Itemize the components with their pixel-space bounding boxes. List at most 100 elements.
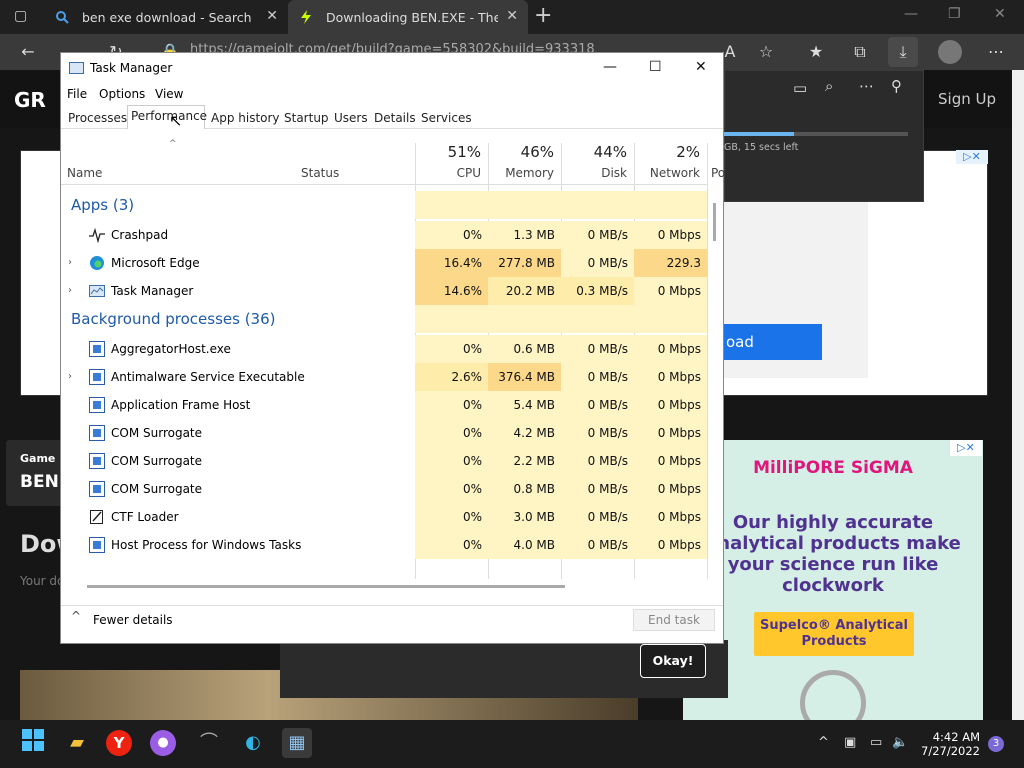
horizontal-scrollbar[interactable] <box>87 585 565 588</box>
close-icon[interactable]: ✕ <box>695 59 707 75</box>
close-window-icon[interactable]: ✕ <box>994 6 1006 22</box>
more-icon[interactable]: ⋯ <box>859 77 874 95</box>
cell-net: 229.3 Mbps <box>634 249 707 298</box>
menu-view[interactable]: View <box>155 87 183 101</box>
heat-cell <box>488 191 561 219</box>
tab-actions-icon[interactable]: ▢ <box>14 8 32 26</box>
chevron-up-icon[interactable]: ^ <box>71 609 81 623</box>
favorites-icon[interactable]: ★ <box>804 40 828 64</box>
end-task-button[interactable]: End task <box>633 609 715 631</box>
download-button[interactable]: oad <box>724 324 822 360</box>
col-status[interactable]: Status <box>301 166 339 180</box>
date: 7/27/2022 <box>921 744 980 758</box>
col-power[interactable]: Po <box>711 166 725 180</box>
minimize-icon[interactable]: — <box>904 6 918 22</box>
process-row[interactable]: › Antimalware Service Executable 2.6% 376.4… <box>61 363 707 391</box>
tab-processes[interactable]: Processes <box>68 111 127 125</box>
start-icon[interactable] <box>18 728 48 758</box>
group-background[interactable]: Background processes (36) <box>61 305 707 333</box>
heat-cell <box>488 305 561 333</box>
group-apps[interactable]: Apps (3) <box>61 191 707 219</box>
menu-options[interactable]: Options <box>99 87 145 101</box>
close-tab-icon[interactable]: ✕ <box>506 8 518 24</box>
col-memory[interactable]: Memory <box>488 166 554 180</box>
downloads-icon[interactable]: ⤓ <box>888 37 918 67</box>
tab-startup[interactable]: Startup <box>284 111 329 125</box>
site-logo[interactable]: GR <box>14 88 46 112</box>
process-icon <box>89 481 105 497</box>
network-total[interactable]: 2% <box>634 143 700 161</box>
cell-net: 0 Mbps <box>634 419 707 447</box>
chevron-up-icon[interactable]: ^ <box>818 735 829 750</box>
more-icon[interactable]: ⋯ <box>984 40 1008 64</box>
process-row[interactable]: AggregatorHost.exe 0% 0.6 MB 0 MB/s 0 Mbps <box>61 335 707 363</box>
ad-choices-icon[interactable]: ▷✕ <box>950 440 982 456</box>
add-favorite-icon[interactable]: ☆ <box>754 40 778 64</box>
process-row[interactable]: Application Frame Host 0% 5.4 MB 0 MB/s 0 Mb… <box>61 391 707 419</box>
process-row[interactable]: Host Process for Windows Tasks 0% 4.0 MB 0 … <box>61 531 707 559</box>
fewer-details-link[interactable]: Fewer details <box>93 613 173 627</box>
col-disk[interactable]: Disk <box>561 166 627 180</box>
process-row[interactable]: COM Surrogate 0% 2.2 MB 0 MB/s 0 Mbps <box>61 447 707 475</box>
col-cpu[interactable]: CPU <box>415 166 481 180</box>
sign-up-link[interactable]: Sign Up <box>938 90 996 108</box>
col-network[interactable]: Network <box>634 166 700 180</box>
tab-users[interactable]: Users <box>334 111 368 125</box>
process-row[interactable]: › Microsoft Edge 16.4% 277.8 MB 0 MB/s 229.3 … <box>61 249 707 298</box>
tab-details[interactable]: Details <box>374 111 416 125</box>
pin-icon[interactable]: ⚲ <box>891 77 902 95</box>
process-name: COM Surrogate <box>111 426 203 440</box>
page-scrollbar[interactable] <box>1012 70 1024 720</box>
maximize-icon[interactable]: ☐ <box>649 59 662 75</box>
collections-icon[interactable]: ⧉ <box>848 40 872 64</box>
process-row[interactable]: COM Surrogate 0% 4.2 MB 0 MB/s 0 Mbps <box>61 419 707 447</box>
app-icon[interactable]: ⌒ <box>194 728 224 758</box>
tray-app-icon[interactable]: ▣ <box>844 735 856 750</box>
maximize-icon[interactable]: ❐ <box>948 6 961 22</box>
expand-icon[interactable]: › <box>68 249 72 277</box>
alice-icon[interactable]: ● <box>150 730 176 756</box>
vertical-scrollbar[interactable] <box>713 203 716 241</box>
process-row[interactable]: Crashpad 0% 1.3 MB 0 MB/s 0 Mbps <box>61 221 707 249</box>
expand-icon[interactable]: › <box>68 363 72 391</box>
file-explorer-icon[interactable]: ▰ <box>62 728 92 758</box>
menu-file[interactable]: File <box>67 87 87 101</box>
new-tab-icon[interactable]: + <box>534 3 552 28</box>
memory-total[interactable]: 46% <box>488 143 554 161</box>
cpu-total[interactable]: 51% <box>415 143 481 161</box>
cell-net: 0 Mbps <box>634 363 707 391</box>
process-name: AggregatorHost.exe <box>111 342 231 356</box>
process-row[interactable]: COM Surrogate 0% 0.8 MB 0 MB/s 0 Mbps <box>61 475 707 503</box>
process-icon <box>89 453 105 469</box>
folder-icon[interactable]: ▭ <box>793 79 807 97</box>
cell-net: 0 Mbps <box>634 391 707 419</box>
cell-net: 0 Mbps <box>634 221 707 249</box>
col-name[interactable]: Name <box>67 166 102 180</box>
process-row[interactable]: CTF Loader 0% 3.0 MB 0 MB/s 0 Mbps <box>61 503 707 531</box>
task-manager-taskbar-icon[interactable]: ▦ <box>282 728 312 758</box>
clock[interactable]: 4:42 AM 7/27/2022 <box>920 730 980 758</box>
ad-choices-icon[interactable]: ▷✕ <box>956 150 988 164</box>
okay-button[interactable]: Okay! <box>640 644 706 678</box>
back-icon[interactable]: ← <box>16 40 40 64</box>
network-icon[interactable]: ▭ <box>870 735 882 750</box>
tab-app-history[interactable]: App history <box>211 111 280 125</box>
avatar[interactable] <box>938 40 962 64</box>
ad-headline: Our highly accurate analytical products … <box>705 512 961 596</box>
tab-services[interactable]: Services <box>421 111 472 125</box>
browser-tab-download[interactable]: Downloading BEN.EXE - The Coll ✕ <box>288 0 528 34</box>
process-icon <box>89 369 105 385</box>
ad-cta-button[interactable]: Supelco® Analytical Products <box>754 612 914 656</box>
yandex-icon[interactable]: Y <box>106 730 132 756</box>
search-icon[interactable]: ⌕ <box>825 77 833 95</box>
process-row[interactable]: › Task Manager 14.6% 20.2 MB 0.3 MB/s 0 Mbps <box>61 277 707 305</box>
close-tab-icon[interactable]: ✕ <box>266 8 278 24</box>
notification-badge[interactable]: 3 <box>988 736 1004 752</box>
browser-tab-search[interactable]: ben exe download - Search ✕ <box>44 0 288 34</box>
process-name: Crashpad <box>111 228 169 242</box>
edge-icon[interactable]: ◐ <box>238 728 268 758</box>
volume-icon[interactable]: 🔈 <box>892 735 908 750</box>
minimize-icon[interactable]: — <box>603 59 617 75</box>
expand-icon[interactable]: › <box>68 277 72 305</box>
disk-total[interactable]: 44% <box>561 143 627 161</box>
